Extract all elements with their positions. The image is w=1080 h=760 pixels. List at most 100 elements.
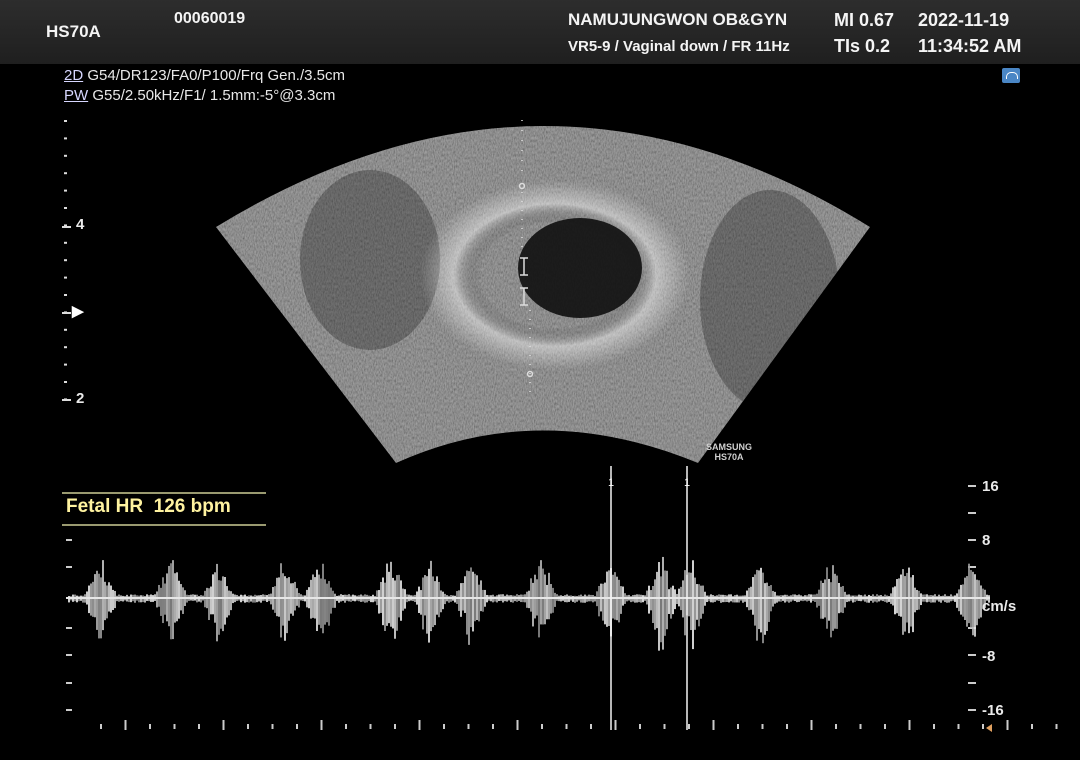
depth-label-2: 2	[76, 390, 85, 407]
spectrum-column	[660, 576, 662, 643]
spectrum-column	[310, 579, 312, 619]
time-tick	[737, 724, 739, 729]
spectrum-column	[252, 595, 254, 603]
spectrum-column	[328, 581, 330, 626]
spectrum-column	[178, 580, 180, 619]
spectrum-column	[694, 577, 696, 630]
spectrum-column	[392, 577, 394, 629]
fetal-hr-value: 126 bpm	[153, 496, 231, 517]
time-tick	[467, 724, 470, 729]
time-tick	[810, 720, 813, 730]
spectrum-column	[828, 578, 830, 621]
spectrum-column	[162, 577, 164, 624]
spectrum-column	[168, 565, 170, 627]
spectrum-column	[378, 590, 380, 614]
doppler-left-tick	[66, 627, 72, 629]
spectrum-column	[98, 573, 100, 639]
spectrum-column	[910, 577, 912, 627]
time-tick	[590, 724, 592, 729]
time-tick	[908, 720, 911, 730]
spectrum-column	[478, 584, 480, 622]
spectrum-column	[918, 590, 920, 610]
fetal-hr-label: Fetal HR	[66, 496, 144, 517]
doppler-left-ticks	[66, 539, 72, 711]
spectrum-column	[106, 585, 108, 619]
depth-label-4: 4	[76, 216, 85, 233]
spectrum-column	[320, 578, 322, 629]
spectrum-column	[160, 587, 162, 616]
spectrum-column	[432, 576, 434, 628]
spectrum-column	[662, 556, 664, 650]
spectrum-column	[622, 586, 624, 606]
spectrum-column	[400, 580, 402, 621]
time-tick	[198, 724, 200, 729]
spectrum-column	[830, 582, 832, 638]
time-tick	[1006, 720, 1009, 730]
spectrum-column	[548, 572, 550, 620]
spectrum-column	[176, 572, 178, 622]
time-tick	[1055, 724, 1058, 729]
spectrum-column	[698, 584, 700, 627]
spectrum-column	[216, 563, 218, 642]
spectrum-column	[280, 563, 282, 638]
time-tick	[418, 720, 421, 730]
time-tick	[345, 724, 347, 729]
time-tick	[688, 724, 690, 729]
spectrum-column	[920, 593, 922, 606]
spectrum-column	[312, 574, 314, 618]
spectrum-column	[538, 566, 540, 638]
spectrum-column	[904, 576, 906, 632]
spectrum-column	[128, 596, 130, 603]
spectrum-column	[602, 583, 604, 621]
spectrum-column	[482, 589, 484, 612]
spectrum-column	[528, 590, 530, 609]
spectrum-column	[114, 590, 116, 609]
time-tick	[271, 724, 274, 729]
time-tick	[957, 724, 960, 729]
time-axis-ticks	[100, 720, 1058, 730]
doppler-label-16: 16	[982, 478, 999, 495]
spectrum-column	[534, 574, 536, 619]
spectrum-column	[902, 569, 904, 635]
spectrum-column	[466, 570, 468, 635]
spectrum-column	[298, 592, 300, 608]
spectrum-column	[230, 591, 232, 611]
spectrum-column	[170, 563, 172, 640]
spectrum-column	[658, 562, 660, 651]
spectrum-column	[672, 585, 674, 615]
depth-tick	[64, 120, 67, 122]
time-tick	[541, 724, 543, 729]
spectrum-column	[332, 590, 334, 608]
spectrum-column	[816, 593, 818, 608]
focus-marker-icon[interactable]: ▶	[72, 302, 84, 320]
spectrum-column	[224, 577, 226, 625]
spectrum-column	[894, 586, 896, 615]
spectrum-column	[948, 595, 950, 603]
time-tick	[222, 720, 225, 730]
spectrum-column	[82, 595, 84, 603]
spectrum-column	[764, 583, 766, 635]
depth-major-tick	[62, 226, 71, 228]
spectrum-column	[768, 586, 770, 622]
spectrum-column	[276, 577, 278, 617]
depth-tick	[64, 207, 67, 209]
depth-tick	[64, 276, 67, 279]
spectrum-column	[886, 595, 888, 603]
spectrum-column	[204, 590, 206, 608]
depth-major-tick	[62, 312, 71, 314]
spectrum-column	[464, 576, 466, 613]
sweep-marker-icon	[986, 724, 992, 732]
time-tick	[247, 724, 249, 729]
spectrum-column	[762, 572, 764, 644]
spectrum-column	[468, 571, 470, 645]
spectrum-column	[554, 592, 556, 607]
spectrum-column	[418, 586, 420, 614]
spectrum-column	[90, 583, 92, 616]
depth-tick	[64, 363, 67, 366]
spectrum-column	[888, 596, 890, 602]
time-tick	[933, 724, 935, 729]
spectrum-column	[968, 563, 970, 624]
spectrum-column	[754, 574, 756, 626]
doppler-left-tick	[66, 709, 72, 711]
time-tick	[516, 720, 519, 730]
